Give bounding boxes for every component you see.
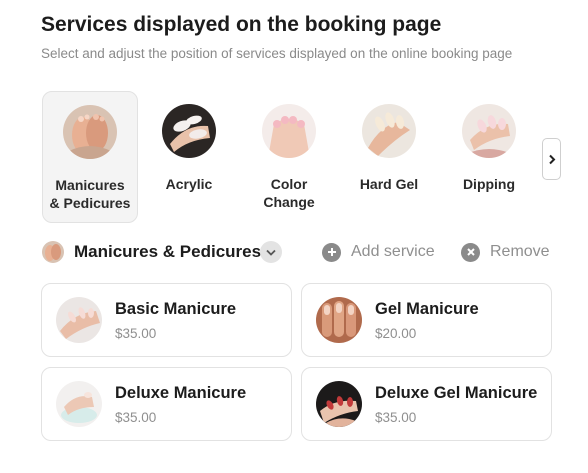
category-manicures-pedicures[interactable]: Manicures & Pedicures <box>42 91 138 223</box>
color-change-thumbnail <box>262 104 316 158</box>
gel-manicure-thumbnail <box>316 297 362 343</box>
category-dipping[interactable]: Dipping <box>442 91 536 221</box>
category-label-line1: Acrylic <box>165 176 213 192</box>
service-card-deluxe-manicure[interactable]: Deluxe Manicure $35.00 <box>41 367 292 441</box>
add-service-button[interactable]: Add service <box>322 241 435 263</box>
category-mini-thumbnail <box>42 241 64 263</box>
acrylic-nails-thumbnail <box>162 104 216 158</box>
deluxe-manicure-thumbnail <box>56 381 102 427</box>
remove-category-button[interactable]: Remove <box>461 241 550 263</box>
add-service-label: Add service <box>351 243 435 260</box>
close-circle-icon <box>461 242 480 262</box>
category-color-change[interactable]: Color Change <box>242 91 336 221</box>
service-price: $20.00 <box>375 326 417 341</box>
remove-label: Remove <box>490 243 550 260</box>
category-carousel: Manicures & Pedicures Acrylic Color Chan… <box>42 91 542 223</box>
chevron-right-icon <box>548 154 555 164</box>
category-label-line1: Dipping <box>462 176 516 192</box>
selected-category-name: Manicures & Pedicures <box>74 242 262 261</box>
service-name: Basic Manicure <box>115 300 237 318</box>
plus-circle-icon <box>322 242 341 262</box>
service-price: $35.00 <box>115 326 157 341</box>
service-price: $35.00 <box>375 410 417 425</box>
basic-manicure-thumbnail <box>56 297 102 343</box>
service-name: Deluxe Manicure <box>115 384 247 402</box>
category-label-line1: Color <box>270 176 308 192</box>
deluxe-gel-manicure-thumbnail <box>316 381 362 427</box>
category-label-line2: & Pedicures <box>49 195 131 211</box>
service-card-gel-manicure[interactable]: Gel Manicure $20.00 <box>301 283 552 357</box>
category-acrylic[interactable]: Acrylic <box>142 91 236 221</box>
category-hard-gel[interactable]: Hard Gel <box>342 91 436 221</box>
feet-spa-thumbnail <box>63 105 117 159</box>
category-label-line1: Manicures <box>55 177 125 193</box>
service-card-deluxe-gel-manicure[interactable]: Deluxe Gel Manicure $35.00 <box>301 367 552 441</box>
carousel-next-button[interactable] <box>542 138 561 180</box>
service-name: Gel Manicure <box>375 300 479 318</box>
dipping-thumbnail <box>462 104 516 158</box>
page-subtitle: Select and adjust the position of servic… <box>41 46 513 61</box>
chevron-down-icon <box>266 249 276 256</box>
page-title: Services displayed on the booking page <box>41 13 442 36</box>
category-dropdown-toggle[interactable] <box>260 241 282 263</box>
hard-gel-thumbnail <box>362 104 416 158</box>
service-price: $35.00 <box>115 410 157 425</box>
service-name: Deluxe Gel Manicure <box>375 384 538 402</box>
category-label-line1: Hard Gel <box>359 176 419 192</box>
selected-category-header: Manicures & Pedicures Add service Remove <box>42 240 557 266</box>
service-card-basic-manicure[interactable]: Basic Manicure $35.00 <box>41 283 292 357</box>
category-label-line2: Change <box>263 194 315 210</box>
